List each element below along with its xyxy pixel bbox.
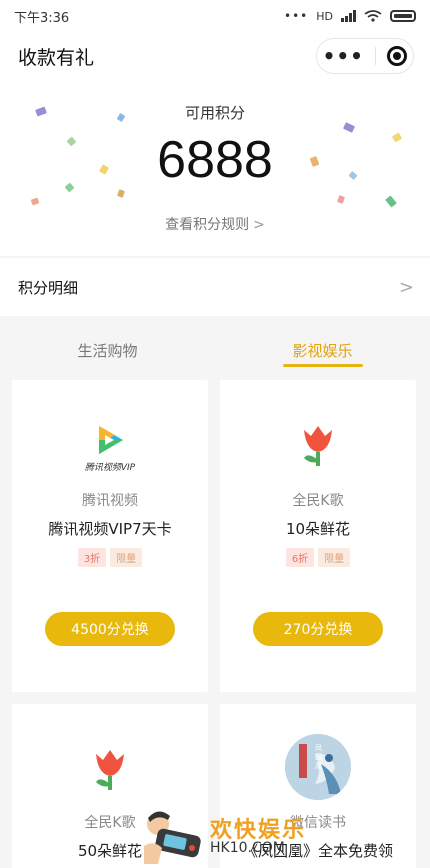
tencent-video-logo-text: 腾讯视频VIP (84, 463, 136, 473)
product-tags: 6折 限量 (220, 548, 416, 567)
product-name: 10朵鲜花 (285, 520, 351, 538)
confetti-decoration (336, 195, 346, 204)
battery-icon (390, 10, 416, 22)
rules-link-label: 查看积分规则 (165, 217, 250, 233)
points-detail-row[interactable]: 积分明细 > (0, 258, 430, 316)
redeem-button[interactable]: 4500分兑换 (45, 612, 175, 646)
product-brand: 腾讯视频 (82, 493, 138, 509)
status-icons: ••• HD (284, 9, 416, 23)
points-rules-link[interactable]: 查看积分规则 > (0, 214, 430, 234)
product-name: 腾讯视频VIP7天卡 (48, 520, 172, 538)
status-time: 下午3:36 (14, 10, 70, 26)
nav-bar: 收款有礼 ••• (0, 32, 430, 80)
signal-dots-icon: ••• (284, 9, 309, 23)
wifi-icon (364, 10, 382, 22)
tulip-icon (298, 422, 338, 468)
category-tabs: 生活购物 影视娱乐 (0, 316, 430, 376)
redeem-button[interactable]: 270分兑换 (253, 612, 383, 646)
chevron-right-icon: > (253, 217, 265, 233)
discount-tag: 6折 (285, 548, 315, 567)
confetti-decoration (116, 189, 126, 198)
confetti-decoration (385, 195, 397, 208)
network-type: HD (316, 9, 333, 23)
tab-life-shopping[interactable]: 生活购物 (0, 316, 215, 376)
confetti-decoration (30, 197, 40, 206)
points-detail-label: 积分明细 (18, 278, 79, 297)
close-mini-program-icon[interactable] (387, 46, 408, 66)
limited-tag: 限量 (110, 548, 143, 567)
discount-tag: 3折 (77, 548, 107, 567)
tulip-icon (90, 746, 130, 792)
points-card: 可用积分 6888 查看积分规则 > (0, 80, 430, 256)
watermark-url: HK10.COM (210, 840, 285, 856)
more-icon[interactable]: ••• (323, 46, 364, 66)
points-value: 6888 (157, 131, 273, 189)
product-card[interactable]: 腾讯视频VIP 腾讯视频 腾讯视频VIP7天卡 3折 限量 4500分兑换 (12, 380, 208, 692)
watermark-logo: 欢快娱乐 HK10.COM (140, 806, 340, 868)
signal-bars-icon (341, 10, 356, 22)
limited-tag: 限量 (318, 548, 351, 567)
page-title: 收款有礼 (18, 46, 95, 69)
product-tags: 3折 限量 (12, 548, 208, 567)
chevron-right-icon: > (398, 276, 414, 298)
status-bar: 下午3:36 ••• HD (0, 0, 430, 32)
capsule-divider (375, 47, 377, 65)
book-cover-title: 凤囚凰 (315, 744, 322, 770)
tab-video-entertainment[interactable]: 影视娱乐 (215, 316, 430, 376)
mini-program-capsule: ••• (316, 38, 414, 74)
points-label: 可用积分 (184, 104, 245, 122)
product-card[interactable]: 全民K歌 10朵鲜花 6折 限量 270分兑换 (220, 380, 416, 692)
gamepad-person-icon (144, 811, 201, 864)
product-brand: 全民K歌 (292, 493, 344, 509)
